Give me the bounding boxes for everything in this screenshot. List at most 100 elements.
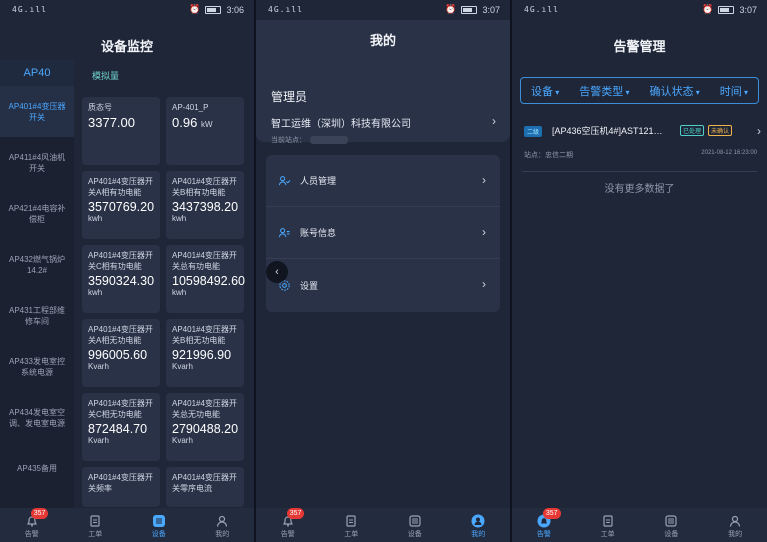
metric-card[interactable]: AP401#4变压器开关A相无功电能 996005.60 Kvarh: [82, 319, 160, 387]
sidebar-item[interactable]: AP435备用: [0, 443, 74, 494]
metric-label: AP401#4变压器开关C相有功电能: [88, 251, 153, 271]
sidebar-item[interactable]: AP411#4风油机开关: [0, 137, 74, 188]
metric-value: 872484.70: [88, 422, 148, 436]
my-profile-screen: 管理员 智工运维（深圳）科技有限公司 当前站点： › 4G.ıll ⏰ 3:07…: [256, 0, 510, 542]
tab-alarm[interactable]: 357 告警: [0, 508, 64, 542]
alarm-clock-icon: ⏰: [445, 4, 457, 14]
alarm-count-badge: 357: [542, 508, 561, 519]
user-icon: [730, 515, 741, 527]
device-sidebar: AP40 AP401#4变压器开关 AP411#4风油机开关 AP421#4电容…: [0, 60, 74, 508]
tab-label: 工单: [344, 531, 359, 538]
sidebar-item[interactable]: AP432燃气锅炉14.2#: [0, 239, 74, 290]
tab-mine[interactable]: 我的: [447, 508, 511, 542]
tab-label: 设备: [664, 531, 679, 538]
metric-card[interactable]: AP401#4变压器开关B相无功电能 921996.90 Kvarh: [166, 319, 244, 387]
tab-workorder[interactable]: 工单: [576, 508, 640, 542]
tab-label: 工单: [600, 531, 615, 538]
alarm-time: 2021-08-12 16:23:00: [701, 150, 757, 156]
metric-value: 3437398.20: [172, 200, 239, 214]
menu-item-account[interactable]: 账号信息 ›: [266, 207, 500, 259]
menu-item-settings[interactable]: 设置 ›: [266, 259, 500, 311]
current-site: 当前站点：: [271, 135, 348, 145]
metric-value: 3570769.20: [88, 200, 155, 214]
filter-time[interactable]: 时间: [720, 83, 748, 99]
sidebar-item[interactable]: AP433发电室控系统电源: [0, 341, 74, 392]
device-monitor-screen: 4G.ıll ⏰ 3:06 设备监控 AP40 AP401#4变压器开关 AP4…: [0, 0, 254, 542]
alarm-title: [AP436空压机4#]AST121…: [552, 126, 663, 136]
chevron-right-icon: ›: [482, 173, 486, 187]
metric-value: 996005.60: [88, 348, 148, 362]
page-title: 告警管理: [613, 39, 666, 54]
alarm-clock-icon: ⏰: [702, 4, 714, 14]
signal-indicator: 4G.ıll: [524, 5, 559, 14]
alarm-site: 站点：忠信二期: [524, 152, 573, 159]
tab-device[interactable]: 设备: [640, 508, 704, 542]
back-button[interactable]: ‹: [266, 261, 288, 283]
metric-value: 2790488.20: [172, 422, 239, 436]
chevron-right-icon: ›: [757, 124, 761, 138]
metric-unit: Kvarh: [172, 436, 193, 445]
tab-label: 告警: [280, 531, 295, 538]
metric-card[interactable]: AP-401_P 0.96 kW: [166, 97, 244, 165]
tab-device[interactable]: 设备: [127, 508, 191, 542]
status-time: 3:06: [226, 4, 244, 15]
tab-label: 设备: [151, 531, 166, 538]
metric-card[interactable]: AP401#4变压器开关总无功电能 2790488.20 Kvarh: [166, 393, 244, 461]
metric-card[interactable]: AP401#4变压器开关频率: [82, 467, 160, 507]
status-bar: 4G.ıll ⏰ 3:06: [0, 0, 254, 20]
status-bar: 4G.ıll ⏰ 3:07: [256, 0, 510, 20]
metric-card[interactable]: AP401#4变压器开关B相有功电能 3437398.20 kwh: [166, 171, 244, 239]
company-name: 智工运维（深圳）科技有限公司: [271, 119, 411, 130]
sidebar-item[interactable]: AP401#4变压器开关: [0, 86, 74, 137]
filter-confirm-status[interactable]: 确认状态: [650, 83, 700, 99]
tab-analog[interactable]: 模拟量: [92, 69, 119, 82]
sidebar-item[interactable]: AP434发电室空调、发电室电源: [0, 392, 74, 443]
tab-workorder[interactable]: 工单: [320, 508, 384, 542]
tab-mine[interactable]: 我的: [703, 508, 767, 542]
metric-label: 质态号: [88, 103, 112, 112]
tab-label: 告警: [536, 531, 551, 538]
metric-unit: kwh: [88, 214, 103, 223]
status-bar: 4G.ıll ⏰ 3:07: [512, 0, 767, 20]
tab-workorder[interactable]: 工单: [64, 508, 128, 542]
tab-alarm[interactable]: 357 告警: [256, 508, 320, 542]
bottom-tab-bar: 357 告警 工单 设备 我的: [256, 508, 510, 542]
filter-device[interactable]: 设备: [531, 83, 559, 99]
metric-card[interactable]: AP401#4变压器开关零序电流: [166, 467, 244, 507]
filter-alarm-type[interactable]: 告警类型: [579, 83, 629, 99]
clipboard-icon: [346, 515, 356, 527]
tab-device[interactable]: 设备: [383, 508, 447, 542]
tab-label: 我的: [728, 531, 743, 538]
sidebar-header[interactable]: AP40: [0, 60, 74, 86]
tab-alarm[interactable]: 357 告警: [512, 508, 576, 542]
account-icon: [278, 228, 290, 238]
metric-value: 3377.00: [88, 115, 135, 130]
page-title: 我的: [369, 33, 396, 48]
metric-unit: kwh: [172, 214, 187, 223]
tab-mine[interactable]: 我的: [191, 508, 255, 542]
metric-card[interactable]: AP401#4变压器开关总有功电能 10598492.60 kwh: [166, 245, 245, 313]
metric-card[interactable]: AP401#4变压器开关C相有功电能 3590324.30 kwh: [82, 245, 160, 313]
tab-label: 我的: [215, 531, 230, 538]
signal-indicator: 4G.ıll: [12, 5, 47, 14]
chevron-left-icon: ‹: [275, 266, 279, 278]
battery-icon: [718, 5, 735, 14]
page-title: 设备监控: [100, 39, 153, 54]
menu-label: 账号信息: [300, 228, 337, 238]
metric-unit: Kvarh: [172, 362, 193, 371]
alarm-list-item[interactable]: 二级 [AP436空压机4#]AST121… 已处理 未确认 › 站点：忠信二期…: [522, 120, 761, 172]
menu-label: 人员管理: [300, 176, 337, 186]
menu-item-personnel[interactable]: 人员管理 ›: [266, 155, 500, 207]
tab-label: 设备: [407, 531, 422, 538]
alarm-level-badge: 二级: [524, 126, 543, 137]
metric-card[interactable]: AP401#4变压器开关C相无功电能 872484.70 Kvarh: [82, 393, 160, 461]
users-icon: [278, 176, 291, 186]
metric-card[interactable]: AP401#4变压器开关A相有功电能 3570769.20 kwh: [82, 171, 160, 239]
metric-card[interactable]: 质态号 3377.00: [82, 97, 160, 165]
sidebar-item[interactable]: AP431工程部维修车间: [0, 290, 74, 341]
sidebar-item[interactable]: AP421#4电容补偿柜: [0, 188, 74, 239]
metric-label: AP401#4变压器开关频率: [88, 473, 153, 493]
status-time: 3:07: [739, 4, 757, 15]
alarm-count-badge: 357: [30, 508, 49, 519]
metric-value: 921996.90: [172, 348, 232, 362]
